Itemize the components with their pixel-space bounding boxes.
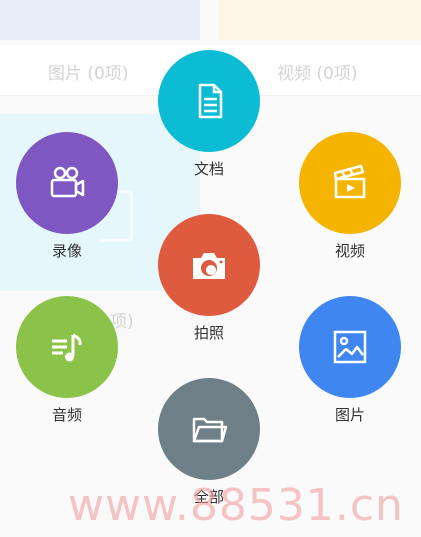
image-category-thumbnail [0, 0, 200, 40]
watermark: www.88531.cn [68, 480, 404, 531]
music-icon [52, 333, 82, 362]
video-record-action[interactable]: 录像 [15, 132, 119, 261]
video-action[interactable]: 视频 [298, 132, 402, 261]
video-category-label: 视频 (0项) [277, 64, 358, 84]
document-action[interactable]: 文档 [157, 50, 261, 179]
video-record-button[interactable] [16, 132, 118, 234]
document-label: 文档 [193, 160, 224, 178]
image-label: 图片 [334, 406, 365, 424]
image-icon [333, 330, 367, 364]
video-label: 视频 [334, 242, 365, 260]
image-category-label: 图片 (0项) [48, 64, 129, 84]
photo-label: 拍照 [193, 324, 224, 342]
camera-icon [193, 253, 225, 279]
image-button[interactable] [299, 296, 401, 398]
clapperboard-icon [333, 164, 366, 199]
audio-action[interactable]: 音频 [15, 296, 119, 425]
all-files-button[interactable] [158, 378, 260, 480]
audio-label: 音频 [51, 406, 82, 424]
video-camera-icon [50, 166, 85, 198]
video-category-thumbnail [218, 0, 421, 40]
video-record-label: 录像 [51, 242, 82, 260]
folder-icon [192, 417, 228, 443]
photo-button[interactable] [158, 214, 260, 316]
image-action[interactable]: 图片 [298, 296, 402, 425]
audio-button[interactable] [16, 296, 118, 398]
document-button[interactable] [158, 50, 260, 152]
photo-action[interactable]: 拍照 [157, 214, 261, 343]
document-icon [198, 83, 223, 119]
video-button[interactable] [299, 132, 401, 234]
